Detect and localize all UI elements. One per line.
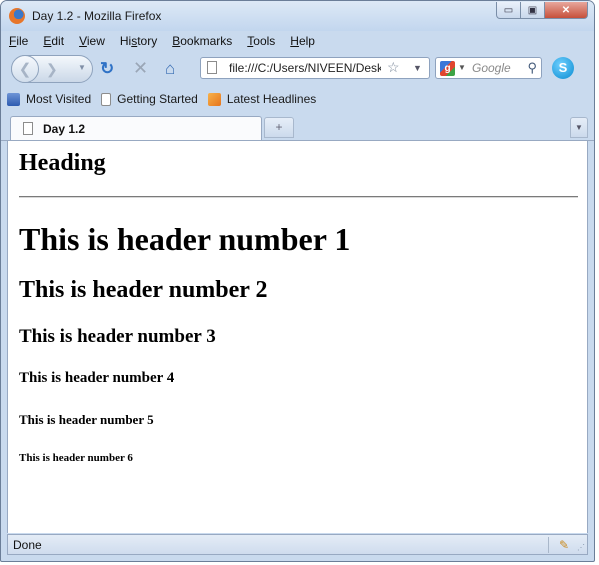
back-button[interactable]: ❮ xyxy=(11,55,39,83)
status-divider xyxy=(548,537,549,553)
page-icon xyxy=(101,92,112,106)
menu-edit[interactable]: Edit xyxy=(41,33,66,51)
skype-icon[interactable]: S xyxy=(552,57,574,79)
menu-tools[interactable]: Tools xyxy=(245,33,277,51)
horizontal-rule xyxy=(19,196,578,198)
window-title: Day 1.2 - Mozilla Firefox xyxy=(32,9,162,23)
bookmark-star-icon[interactable]: ☆ xyxy=(387,59,400,76)
chevron-down-icon: ▼ xyxy=(575,123,583,132)
status-bar: Done ✎ ⋰ xyxy=(7,534,588,555)
header-2: This is header number 2 xyxy=(19,277,268,303)
rss-feed-icon xyxy=(207,92,221,106)
tab-list-button[interactable]: ▼ xyxy=(570,117,588,138)
bookmark-label: Getting Started xyxy=(117,92,198,106)
status-text: Done xyxy=(13,538,42,552)
bookmark-getting-started[interactable]: Getting Started xyxy=(101,92,198,106)
header-4: This is header number 4 xyxy=(19,370,175,386)
header-3: This is header number 3 xyxy=(19,326,216,347)
menu-view[interactable]: View xyxy=(77,33,107,51)
bookmarks-toolbar: Most Visited Getting Started Latest Head… xyxy=(7,89,326,109)
menu-bookmarks[interactable]: Bookmarks xyxy=(170,33,234,51)
search-box[interactable]: g ▼ Google ⚲ xyxy=(435,57,542,79)
page-icon xyxy=(23,122,33,135)
bookmark-latest-headlines[interactable]: Latest Headlines xyxy=(207,92,317,106)
bookmark-most-visited[interactable]: Most Visited xyxy=(7,92,91,106)
search-icon[interactable]: ⚲ xyxy=(527,60,537,76)
header-6: This is header number 6 xyxy=(19,452,133,464)
reload-icon[interactable]: ↻ xyxy=(100,59,114,79)
minimize-icon: ▭ xyxy=(503,4,514,16)
tab-strip: Day 1.2 + ▼ xyxy=(1,113,594,141)
page-icon xyxy=(207,61,217,74)
search-placeholder[interactable]: Google xyxy=(472,61,511,75)
bookmark-label: Most Visited xyxy=(26,92,92,106)
url-dropdown-icon[interactable]: ▼ xyxy=(413,63,422,73)
tab-label: Day 1.2 xyxy=(43,122,86,136)
home-icon[interactable]: ⌂ xyxy=(165,59,175,79)
browser-window: Day 1.2 - Mozilla Firefox ▭ ▣ ✕ File Edi… xyxy=(0,0,595,562)
search-engine-dropdown-icon[interactable]: ▼ xyxy=(458,63,466,72)
back-forward-group: ❮ ❯ ▼ xyxy=(11,55,93,83)
firefox-logo-icon xyxy=(9,8,25,24)
menu-file[interactable]: File xyxy=(7,33,30,51)
close-button[interactable]: ✕ xyxy=(544,2,588,19)
new-tab-button[interactable]: + xyxy=(264,117,294,138)
bookmark-label: Latest Headlines xyxy=(226,92,317,106)
header-5: This is header number 5 xyxy=(19,412,154,427)
most-visited-icon xyxy=(7,92,20,106)
maximize-button[interactable]: ▣ xyxy=(520,2,545,19)
search-engine-icon[interactable]: g xyxy=(440,61,455,76)
menu-help[interactable]: Help xyxy=(288,33,317,51)
stop-icon[interactable]: ✕ xyxy=(133,58,148,79)
addon-status-icon[interactable]: ✎ xyxy=(559,538,569,552)
plus-icon: + xyxy=(275,120,283,134)
page-content: Heading This is header number 1 This is … xyxy=(7,141,588,533)
close-icon: ✕ xyxy=(561,4,571,16)
tab-day-1-2[interactable]: Day 1.2 xyxy=(10,116,262,140)
title-bar: Day 1.2 - Mozilla Firefox ▭ ▣ ✕ xyxy=(1,1,594,31)
forward-button[interactable]: ❯ xyxy=(46,61,58,78)
restore-icon: ▣ xyxy=(527,4,538,16)
menu-bar: File Edit View History Bookmarks Tools H… xyxy=(7,33,328,51)
page-heading: Heading xyxy=(19,150,106,176)
address-bar[interactable]: file:///C:/Users/NIVEEN/Desktop/Day 1.2.… xyxy=(200,57,430,79)
history-dropdown-icon[interactable]: ▼ xyxy=(78,63,86,72)
url-text[interactable]: file:///C:/Users/NIVEEN/Desktop/Day 1.2.… xyxy=(229,61,381,75)
resize-grip-icon[interactable]: ⋰ xyxy=(577,543,585,552)
menu-history[interactable]: History xyxy=(118,33,159,51)
window-controls: ▭ ▣ ✕ xyxy=(496,2,588,19)
back-arrow-icon: ❮ xyxy=(18,61,32,78)
header-1: This is header number 1 xyxy=(19,221,351,257)
navigation-toolbar: ❮ ❯ ▼ ↻ ✕ ⌂ file:///C:/Users/NIVEEN/Desk… xyxy=(7,54,590,84)
minimize-button[interactable]: ▭ xyxy=(496,2,521,19)
